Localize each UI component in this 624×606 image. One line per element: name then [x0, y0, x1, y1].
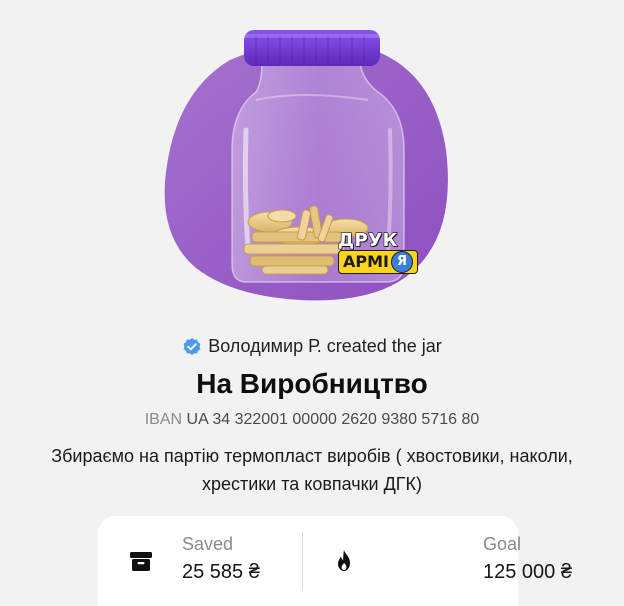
- verified-check-icon: [183, 337, 201, 355]
- jar-illustration: [164, 30, 448, 301]
- goal-label: Goal: [483, 534, 522, 554]
- jar-description: Збираємо на партію термопласт виробів ( …: [51, 446, 573, 494]
- iban-line[interactable]: IBAN UA 34 322001 00000 2620 9380 5716 8…: [0, 410, 624, 430]
- goal-value: 125 000 ₴: [483, 561, 572, 583]
- saved-value: 25 585 ₴: [182, 561, 260, 583]
- saved-label: Saved: [182, 534, 234, 554]
- iban-label: IBAN: [144, 411, 183, 428]
- iban-value[interactable]: UA 34 322001 00000 2620 9380 5716 80: [187, 411, 480, 428]
- archive-box-icon: [130, 552, 152, 571]
- stat-saved: Saved 25 585 ₴: [98, 516, 302, 606]
- stat-goal: Goal 125 000 ₴: [303, 516, 572, 606]
- badge-bottom-plate: АРМІ Я: [338, 250, 418, 274]
- flame-icon: [338, 550, 350, 571]
- stats-card: Saved 25 585 ₴ Goal 125 000 ₴: [98, 516, 572, 606]
- jar-title: На Виробництво: [196, 368, 428, 399]
- badge-bottom-text: АРМІ: [343, 252, 389, 271]
- badge-top-text: ДРУК: [337, 230, 398, 251]
- jar-hero-illustration: [0, 0, 624, 318]
- druk-armiya-badge: ДРУК АРМІ Я: [334, 230, 418, 275]
- creator-text: Володимир Р. created the jar: [208, 336, 442, 356]
- creator-line: Володимир Р. created the jar: [0, 336, 624, 357]
- badge-bottom-letter: Я: [390, 251, 413, 273]
